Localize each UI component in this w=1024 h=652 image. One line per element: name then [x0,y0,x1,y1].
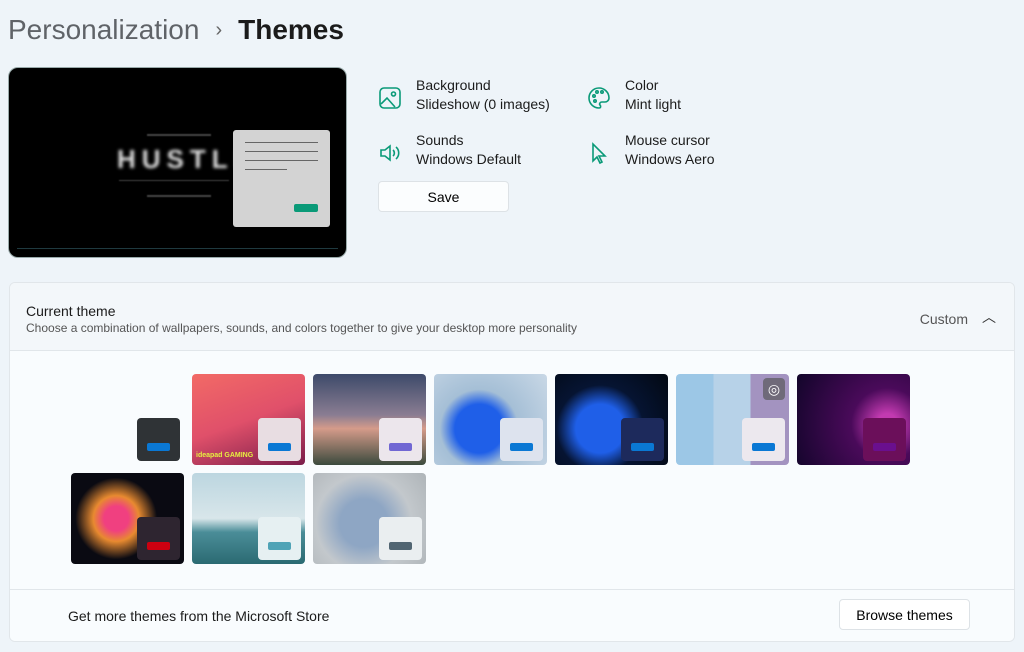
breadcrumb: Personalization › Themes [8,14,344,46]
sounds-setting[interactable]: Sounds Windows Default [378,131,521,169]
preview-window [233,130,330,227]
store-footer: Get more themes from the Microsoft Store… [10,589,1014,641]
current-theme-value: Custom [919,311,968,327]
color-setting[interactable]: Color Mint light [587,76,681,114]
accent-swatch [147,443,170,451]
theme-windows-dark[interactable] [555,374,668,465]
theme-color-card [137,517,180,560]
browse-themes-button[interactable]: Browse themes [839,599,970,630]
page-title: Themes [238,14,344,45]
setting-value: Windows Aero [625,151,715,167]
footer-text: Get more themes from the Microsoft Store [68,608,330,624]
theme-color-card [863,418,906,461]
theme-captured-motion[interactable] [71,473,184,564]
background-setting[interactable]: Background Slideshow (0 images) [378,76,550,114]
accent-swatch [268,542,291,550]
setting-label: Color [625,77,659,93]
setting-label: Background [416,77,491,93]
setting-value: Windows Default [416,151,522,167]
theme-sunrise[interactable] [192,473,305,564]
section-description: Choose a combination of wallpapers, soun… [26,321,577,335]
image-icon [379,87,401,109]
accent-swatch [147,542,170,550]
setting-value: Mint light [625,96,682,112]
theme-flow[interactable] [313,473,426,564]
accent-swatch [389,542,412,550]
theme-logo: ideapad GAMING [196,452,254,459]
theme-ideapad-gaming[interactable]: ideapad GAMING [192,374,305,465]
chevron-up-icon[interactable]: ︿ [982,307,996,327]
breadcrumb-parent[interactable]: Personalization [8,14,199,46]
save-button[interactable]: Save [378,181,509,212]
accent-swatch [389,443,412,451]
current-theme-panel: Current theme Choose a combination of wa… [9,282,1015,642]
speaker-icon [380,144,400,162]
current-theme-header[interactable]: Current theme Choose a combination of wa… [10,283,1014,351]
theme-color-card [137,418,180,461]
theme-preview: HUSTLE [8,67,347,258]
theme-spotlight[interactable]: ◎ [676,374,789,465]
cursor-icon [592,142,607,165]
theme-color-card [258,418,301,461]
accent-swatch [752,443,775,451]
mouse-cursor-setting[interactable]: Mouse cursor Windows Aero [587,131,714,169]
setting-label: Mouse cursor [625,132,710,148]
theme-color-card [258,517,301,560]
theme-color-card [621,418,664,461]
theme-color-card [742,418,785,461]
spotlight-icon: ◎ [763,378,785,400]
theme-color-card [379,418,422,461]
theme-milky-way[interactable] [313,374,426,465]
palette-icon [588,87,610,109]
theme-custom[interactable] [71,374,184,465]
section-title: Current theme [26,303,116,319]
accent-swatch [873,443,896,451]
theme-windows-light[interactable] [434,374,547,465]
theme-color-card [500,418,543,461]
accent-swatch [268,443,291,451]
setting-label: Sounds [416,132,464,148]
accent-swatch [631,443,654,451]
accent-swatch [510,443,533,451]
theme-glow[interactable] [797,374,910,465]
theme-color-card [379,517,422,560]
setting-value: Slideshow (0 images) [416,96,550,112]
chevron-right-icon: › [215,18,223,41]
